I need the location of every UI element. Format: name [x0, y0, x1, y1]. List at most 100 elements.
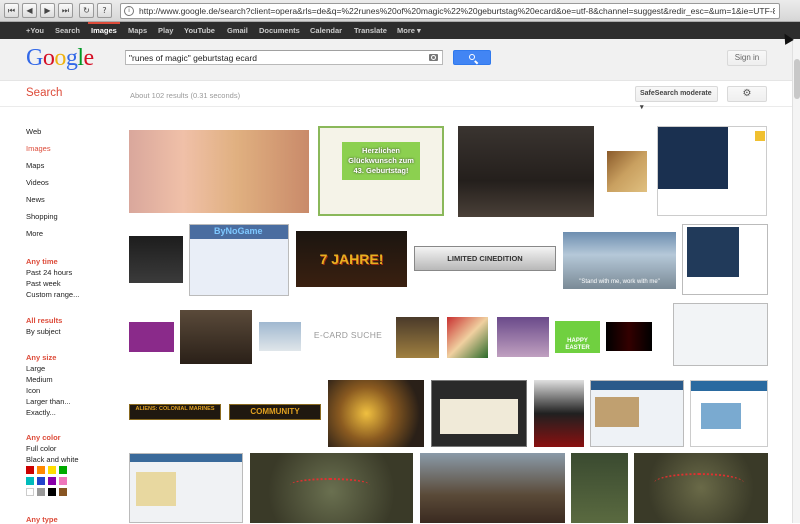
image-result[interactable]	[328, 380, 424, 447]
time-past-week[interactable]: Past week	[26, 279, 61, 288]
image-result[interactable]	[129, 322, 174, 352]
image-result[interactable]	[673, 303, 768, 366]
image-result[interactable]	[180, 310, 252, 364]
time-filter-head[interactable]: Any time	[26, 257, 58, 266]
color-swatch-red[interactable]	[26, 466, 34, 474]
gbar-gmail[interactable]: Gmail	[227, 22, 248, 39]
safesearch-dropdown[interactable]: SafeSearch moderate ▾	[635, 86, 718, 111]
image-result[interactable]: COMMUNITY	[229, 404, 321, 420]
color-swatch-brown[interactable]	[59, 488, 67, 496]
gbar-images[interactable]: Images	[88, 22, 120, 39]
color-swatch-black[interactable]	[48, 488, 56, 496]
color-swatch-teal[interactable]	[26, 477, 34, 485]
forward-button[interactable]: ▶	[40, 3, 55, 18]
rewind-button[interactable]: ⏮	[4, 3, 19, 18]
nav-news[interactable]: News	[26, 195, 45, 204]
size-large[interactable]: Large	[26, 364, 45, 373]
image-result[interactable]	[607, 151, 647, 192]
image-result[interactable]: E-CARD SUCHE	[307, 329, 389, 343]
results-filter-head[interactable]: All results	[26, 316, 62, 325]
size-medium[interactable]: Medium	[26, 375, 53, 384]
color-swatch-blue[interactable]	[37, 477, 45, 485]
image-result[interactable]	[431, 380, 527, 447]
color-swatch-green[interactable]	[59, 466, 67, 474]
color-swatch-white[interactable]	[26, 488, 34, 496]
gbar-maps[interactable]: Maps	[128, 22, 147, 39]
image-result[interactable]: LIMITED CINEDITION	[414, 246, 556, 271]
back-button[interactable]: ◀	[22, 3, 37, 18]
image-region	[130, 454, 242, 462]
image-result[interactable]: ALIENS: COLONIAL MARINES	[129, 404, 221, 420]
color-swatch-yellow[interactable]	[48, 466, 56, 474]
gbar-documents[interactable]: Documents	[259, 22, 300, 39]
size-exactly[interactable]: Exactly...	[26, 408, 56, 417]
gbar-play[interactable]: Play	[158, 22, 173, 39]
nav-videos[interactable]: Videos	[26, 178, 49, 187]
reload-button[interactable]: ↻	[79, 3, 94, 18]
image-result[interactable]: "Stand with me, work with me"	[563, 232, 676, 289]
image-result[interactable]	[420, 453, 565, 523]
page-info-button[interactable]: ?	[97, 3, 112, 18]
image-result[interactable]	[250, 453, 413, 523]
color-filter-head[interactable]: Any color	[26, 433, 61, 442]
search-query[interactable]: "runes of magic" geburtstag ecard	[129, 52, 257, 64]
gbar-you[interactable]: +You	[26, 22, 44, 39]
color-black-white[interactable]: Black and white	[26, 455, 79, 464]
nav-maps[interactable]: Maps	[26, 161, 44, 170]
image-result[interactable]: 7 JAHRE!	[296, 231, 407, 287]
camera-icon[interactable]	[429, 54, 438, 61]
gbar-search[interactable]: Search	[55, 22, 80, 39]
scrollbar-thumb[interactable]	[794, 59, 800, 99]
gbar-translate[interactable]: Translate	[354, 22, 387, 39]
time-past-24-hours[interactable]: Past 24 hours	[26, 268, 72, 277]
image-result[interactable]	[606, 322, 652, 351]
nav-more[interactable]: More	[26, 229, 43, 238]
image-result[interactable]	[129, 453, 243, 523]
image-result[interactable]: ByNoGame	[189, 224, 289, 296]
image-result[interactable]	[497, 317, 549, 357]
color-full[interactable]: Full color	[26, 444, 56, 453]
browser-toolbar: ⏮ ◀ ▶ ⏭ ↻ ? i http://www.google.de/searc…	[0, 0, 800, 22]
gbar-more[interactable]: More ▾	[397, 22, 421, 39]
nav-web[interactable]: Web	[26, 127, 41, 136]
size-filter-head[interactable]: Any size	[26, 353, 56, 362]
image-result[interactable]: Herzlichen Glückwunsch zum 43. Geburtsta…	[318, 126, 444, 216]
image-result[interactable]	[447, 317, 488, 358]
search-button[interactable]	[453, 50, 491, 65]
image-result[interactable]	[259, 322, 301, 351]
size-larger-than[interactable]: Larger than...	[26, 397, 71, 406]
image-result[interactable]	[590, 380, 684, 447]
color-swatch-gray[interactable]	[37, 488, 45, 496]
time-custom-range[interactable]: Custom range...	[26, 290, 79, 299]
image-result[interactable]	[129, 130, 309, 213]
url-text[interactable]: http://www.google.de/search?client=opera…	[139, 6, 775, 17]
page-scrollbar[interactable]	[792, 39, 800, 523]
sign-in-button[interactable]: Sign in	[727, 50, 767, 66]
image-result[interactable]	[690, 380, 768, 447]
image-result[interactable]	[682, 224, 768, 295]
nav-shopping[interactable]: Shopping	[26, 212, 58, 221]
size-icon[interactable]: Icon	[26, 386, 40, 395]
address-bar[interactable]: i http://www.google.de/search?client=ope…	[120, 3, 780, 19]
fast-forward-button[interactable]: ⏭	[58, 3, 73, 18]
search-input[interactable]: "runes of magic" geburtstag ecard	[125, 50, 443, 65]
results-by-subject[interactable]: By subject	[26, 327, 61, 336]
color-swatch-pink[interactable]	[59, 477, 67, 485]
site-info-icon[interactable]: i	[124, 6, 134, 16]
image-result[interactable]	[634, 453, 768, 523]
image-result[interactable]	[534, 380, 584, 447]
settings-button[interactable]: ⚙	[727, 86, 767, 102]
image-result[interactable]	[571, 453, 628, 523]
image-result[interactable]: HAPPY EASTER	[555, 321, 600, 353]
gbar-youtube[interactable]: YouTube	[184, 22, 215, 39]
image-result[interactable]	[129, 236, 183, 283]
image-result[interactable]	[458, 126, 594, 217]
google-logo[interactable]: Google	[26, 44, 94, 72]
image-result[interactable]	[657, 126, 767, 216]
gbar-calendar[interactable]: Calendar	[310, 22, 342, 39]
color-swatch-purple[interactable]	[48, 477, 56, 485]
logo-letter: G	[26, 45, 43, 71]
nav-images[interactable]: Images	[26, 144, 51, 153]
color-swatch-orange[interactable]	[37, 466, 45, 474]
image-result[interactable]	[396, 317, 439, 358]
